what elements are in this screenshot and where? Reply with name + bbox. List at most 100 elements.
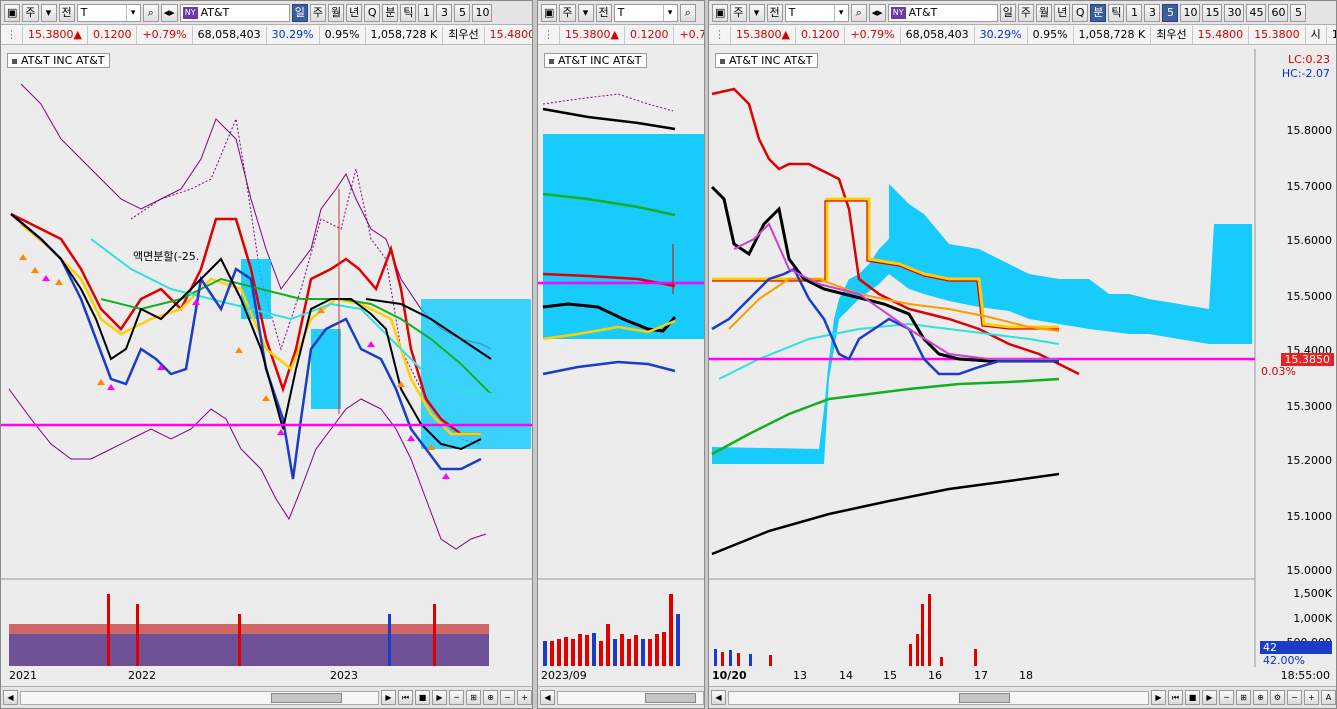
period-daily[interactable]: 일	[291, 3, 308, 22]
interval-5[interactable]: 5	[454, 3, 471, 22]
interval-10[interactable]: 10	[472, 3, 493, 22]
scroll-track[interactable]	[20, 690, 379, 705]
dropdown-arrow-icon[interactable]: ▾	[40, 3, 57, 22]
middle-toolbar: ▣ 주 ▾ 전 T ▾ ⌕	[538, 1, 704, 25]
scroll-track[interactable]	[728, 690, 1149, 705]
window-icon[interactable]: ▣	[4, 3, 21, 22]
scroll-left-icon[interactable]: ◀	[3, 690, 18, 705]
ma-cyan	[718, 322, 1060, 380]
text-tool-icon[interactable]: A	[1321, 690, 1336, 705]
stop-icon[interactable]: ■	[415, 690, 430, 705]
dropdown-arrow-icon[interactable]: ▾	[577, 3, 594, 22]
scroll-track[interactable]	[557, 690, 704, 705]
crosshair-tool-icon[interactable]: ⊕	[483, 690, 498, 705]
y-label-5: 15.3000	[1286, 400, 1333, 413]
y-label-0: 15.8000	[1286, 124, 1333, 137]
right-chart-area[interactable]: AT&T INC AT&T LC:0.23 HC:-2.07 15.8000 1…	[709, 49, 1336, 708]
interval-1[interactable]: 1	[418, 3, 435, 22]
y-label-6: 15.2000	[1286, 454, 1333, 467]
zoom-in-icon[interactable]: +	[1304, 690, 1319, 705]
period-quarter[interactable]: Q	[364, 3, 381, 22]
zoom-out-icon[interactable]: −	[500, 690, 515, 705]
interval-3[interactable]: 3	[1144, 3, 1161, 22]
jeon-button[interactable]: 전	[766, 3, 783, 22]
play-icon[interactable]: ▶	[1202, 690, 1217, 705]
exchange-badge: NY	[182, 6, 198, 19]
rewind-icon[interactable]: ⏮	[1168, 690, 1183, 705]
period-monthly[interactable]: 월	[1035, 3, 1053, 22]
period-weekly[interactable]: 주	[1017, 3, 1034, 22]
stock-name-box[interactable]: NY AT&T	[179, 3, 290, 22]
ju-button[interactable]: 주	[730, 3, 747, 22]
period-yearly[interactable]: 년	[346, 3, 363, 22]
quote-best-label: 최우선	[443, 25, 485, 44]
period-monthly[interactable]: 월	[327, 3, 345, 22]
right-price-chart[interactable]	[709, 49, 1336, 689]
crosshair-tool-icon[interactable]: ⊕	[1253, 690, 1268, 705]
zoom-in-icon[interactable]: +	[517, 690, 532, 705]
window-icon[interactable]: ▣	[712, 3, 729, 22]
scroll-thumb[interactable]	[645, 692, 696, 703]
interval-10[interactable]: 10	[1180, 3, 1201, 22]
interval-45[interactable]: 45	[1246, 3, 1267, 22]
scroll-thumb[interactable]	[270, 692, 343, 703]
interval-3[interactable]: 3	[436, 3, 453, 22]
search-icon[interactable]: ⌕	[850, 3, 867, 22]
zoom-slider-icon[interactable]: ─	[449, 690, 464, 705]
period-yearly[interactable]: 년	[1054, 3, 1071, 22]
period-tick[interactable]: 틱	[400, 3, 417, 22]
right-chart-panel: ▣ 주 ▾ 전 T ▾ ⌕ ◂▸ NY AT&T 일 주 월 년 Q 분 틱 1…	[708, 0, 1337, 709]
interval-60[interactable]: 60	[1268, 3, 1289, 22]
interval-custom[interactable]: 5	[1290, 3, 1307, 22]
jeon-button[interactable]: 전	[595, 3, 612, 22]
period-daily[interactable]: 일	[999, 3, 1016, 22]
period-minute[interactable]: 분	[382, 3, 399, 22]
symbol-input[interactable]: T ▾	[613, 3, 678, 22]
search-icon[interactable]: ⌕	[679, 3, 696, 22]
period-minute[interactable]: 분	[1090, 3, 1107, 22]
ju-button[interactable]: 주	[22, 3, 39, 22]
scroll-left-icon[interactable]: ◀	[711, 690, 726, 705]
period-quarter[interactable]: Q	[1072, 3, 1089, 22]
rewind-icon[interactable]: ⏮	[398, 690, 413, 705]
period-tick[interactable]: 틱	[1108, 3, 1125, 22]
interval-1[interactable]: 1	[1126, 3, 1143, 22]
zoom-slider-icon[interactable]: ─	[1219, 690, 1234, 705]
stop-icon[interactable]: ■	[1185, 690, 1200, 705]
quote-icon: ⋮	[538, 25, 560, 44]
interval-30[interactable]: 30	[1224, 3, 1245, 22]
ju-button[interactable]: 주	[559, 3, 576, 22]
scroll-right-icon[interactable]: ▶	[1151, 690, 1166, 705]
left-price-chart[interactable]	[1, 49, 532, 689]
settings-icon[interactable]: ⚙	[1270, 690, 1285, 705]
stock-name-box[interactable]: NY AT&T	[887, 3, 998, 22]
jeon-button[interactable]: 전	[58, 3, 75, 22]
search-icon[interactable]: ⌕	[142, 3, 159, 22]
interval-15[interactable]: 15	[1202, 3, 1223, 22]
zoom-out-icon[interactable]: −	[1287, 690, 1302, 705]
play-icon[interactable]: ▶	[432, 690, 447, 705]
scroll-right-icon[interactable]: ▶	[381, 690, 396, 705]
speaker-icon[interactable]: ◂▸	[868, 3, 886, 22]
middle-price-chart[interactable]	[538, 49, 704, 689]
chevron-down-icon[interactable]: ▾	[833, 4, 848, 21]
scroll-left-icon[interactable]: ◀	[540, 690, 555, 705]
quote-best-price: 15.4800	[485, 26, 532, 44]
symbol-input[interactable]: T ▾	[784, 3, 849, 22]
chevron-down-icon[interactable]: ▾	[662, 4, 677, 21]
scroll-thumb[interactable]	[959, 692, 1010, 703]
quote-price: 15.3800▲	[560, 25, 625, 44]
dropdown-arrow-icon[interactable]: ▾	[748, 3, 765, 22]
symbol-input[interactable]: T ▾	[76, 3, 141, 22]
left-chart-area[interactable]: AT&T INC AT&T 2021 2022 2023 액면분할(-25.	[1, 49, 532, 708]
cursor-tool-icon[interactable]: ⊞	[1236, 690, 1251, 705]
speaker-icon[interactable]: ◂▸	[160, 3, 178, 22]
period-weekly[interactable]: 주	[309, 3, 326, 22]
middle-chart-area[interactable]: AT&T INC AT&T 2023/09	[538, 49, 704, 708]
window-icon[interactable]: ▣	[541, 3, 558, 22]
interval-5[interactable]: 5	[1162, 3, 1179, 22]
x-label-14: 14	[839, 669, 853, 682]
quote-vol-ratio: 30.29%	[975, 25, 1028, 44]
cursor-tool-icon[interactable]: ⊞	[466, 690, 481, 705]
chevron-down-icon[interactable]: ▾	[125, 4, 140, 21]
